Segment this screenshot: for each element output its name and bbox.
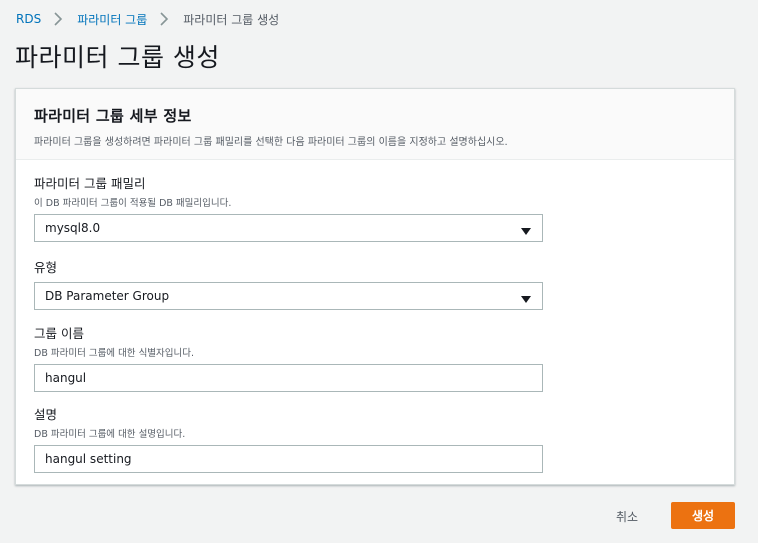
description-help-text: DB 파라미터 그룹에 대한 설명입니다. [34, 429, 186, 440]
caret-down-icon [521, 293, 531, 307]
group-name-label: 그룹 이름 [34, 326, 84, 341]
type-field: 유형 DB Parameter Group [34, 257, 543, 310]
family-label: 파라미터 그룹 패밀리 [34, 176, 146, 191]
breadcrumb-item-rds[interactable]: RDS [16, 12, 41, 26]
type-label: 유형 [34, 260, 58, 275]
type-select-value: DB Parameter Group [45, 289, 170, 303]
family-field: 파라미터 그룹 패밀리 이 DB 파라미터 그룹이 적용될 DB 패밀리입니다.… [34, 173, 543, 242]
parameter-group-details-panel: 파라미터 그룹 세부 정보 파라미터 그룹을 생성하려면 파라미터 그룹 패밀리… [15, 88, 735, 485]
panel-title: 파라미터 그룹 세부 정보 [34, 107, 192, 125]
caret-down-icon [521, 225, 531, 239]
group-name-description: DB 파라미터 그룹에 대한 식별자입니다. [34, 348, 195, 359]
family-description: 이 DB 파라미터 그룹이 적용될 DB 패밀리입니다. [34, 198, 232, 209]
description-label: 설명 [34, 407, 58, 422]
create-button[interactable]: 생성 [671, 502, 735, 529]
breadcrumb: RDS 파라미터 그룹 파라미터 그룹 생성 [16, 10, 279, 28]
group-name-input[interactable]: hangul [34, 364, 543, 392]
description-input-value: hangul setting [45, 452, 132, 466]
family-select[interactable]: mysql8.0 [34, 214, 543, 242]
breadcrumb-item-parameter-groups[interactable]: 파라미터 그룹 [77, 11, 147, 28]
chevron-right-icon [49, 10, 69, 28]
page-title: 파라미터 그룹 생성 [15, 43, 220, 72]
family-select-value: mysql8.0 [45, 221, 101, 235]
breadcrumb-item-current: 파라미터 그룹 생성 [183, 12, 280, 27]
type-select[interactable]: DB Parameter Group [34, 282, 543, 310]
description-input[interactable]: hangul setting [34, 445, 543, 473]
chevron-right-icon [155, 10, 175, 28]
panel-description: 파라미터 그룹을 생성하려면 파라미터 그룹 패밀리를 선택한 다음 파라미터 … [34, 137, 508, 148]
panel-header: 파라미터 그룹 세부 정보 파라미터 그룹을 생성하려면 파라미터 그룹 패밀리… [16, 89, 734, 160]
cancel-button[interactable]: 취소 [600, 503, 654, 529]
description-field: 설명 DB 파라미터 그룹에 대한 설명입니다. hangul setting [34, 404, 543, 473]
group-name-field: 그룹 이름 DB 파라미터 그룹에 대한 식별자입니다. hangul [34, 323, 543, 392]
group-name-input-value: hangul [45, 371, 87, 385]
